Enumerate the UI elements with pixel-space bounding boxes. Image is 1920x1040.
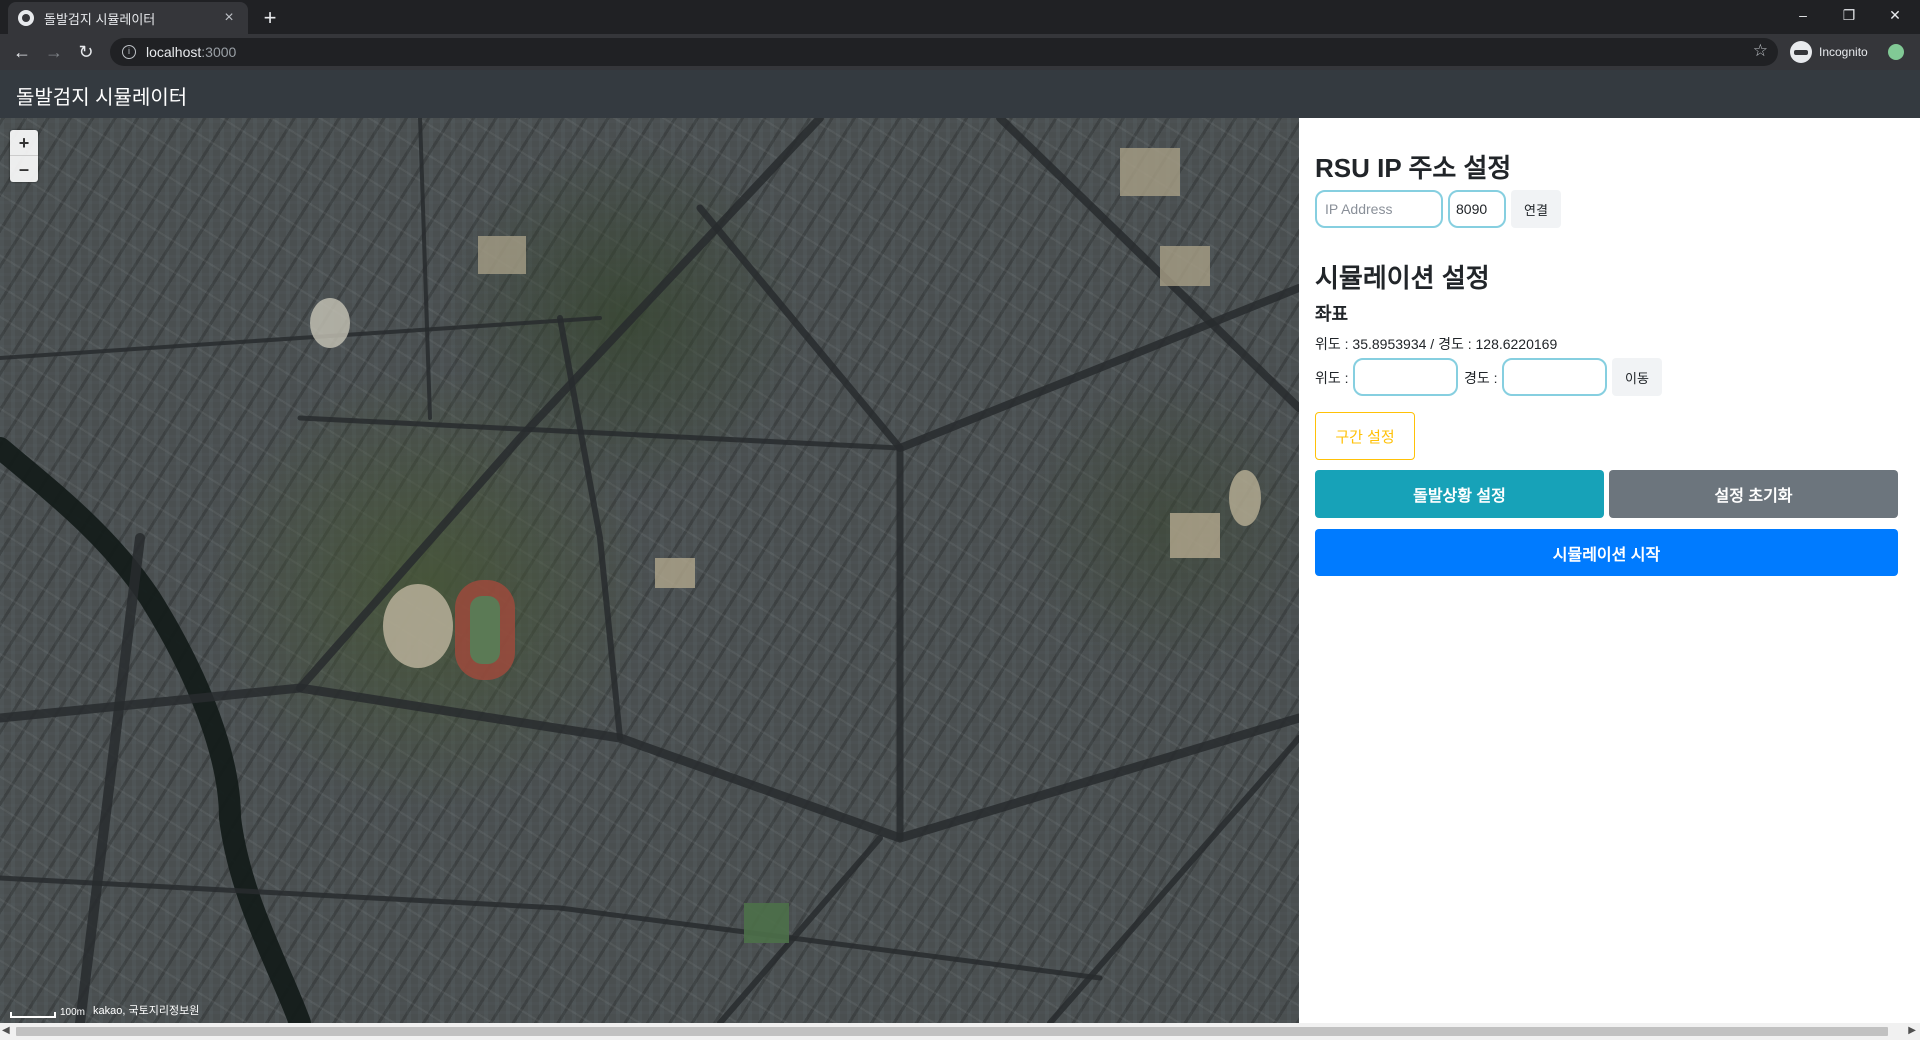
coordinate-readout: 위도 : 35.8953934 / 경도 : 128.6220169 bbox=[1315, 336, 1558, 352]
settings-panel: RSU IP 주소 설정 연결 시뮬레이션 설정 좌표 위도 : 35.8953… bbox=[1299, 118, 1920, 1023]
scrollbar-thumb[interactable] bbox=[16, 1027, 1888, 1036]
incident-setting-button[interactable]: 돌발상황 설정 bbox=[1315, 470, 1604, 518]
map-attribution: kakao, 국토지리정보원 bbox=[93, 1005, 200, 1017]
map-roads-overlay bbox=[0, 118, 1299, 1023]
incognito-label: Incognito bbox=[1819, 45, 1868, 59]
globe-icon bbox=[18, 10, 34, 26]
forward-arrow-icon[interactable]: → bbox=[42, 40, 66, 64]
new-tab-button[interactable]: + bbox=[258, 5, 282, 31]
browser-toolbar: ← → ↻ i localhost :3000 ☆ Incognito bbox=[0, 34, 1920, 70]
browser-tab-strip: 돌발검지 시뮬레이터 × + – ❐ ✕ bbox=[0, 0, 1920, 34]
zoom-control: + – bbox=[10, 130, 38, 182]
tab-close-icon[interactable]: × bbox=[220, 9, 238, 27]
scroll-left-icon[interactable]: ◀ bbox=[2, 1025, 10, 1036]
back-arrow-icon[interactable]: ← bbox=[10, 40, 34, 64]
address-bar[interactable]: i localhost :3000 ☆ bbox=[110, 38, 1778, 66]
minimize-button[interactable]: – bbox=[1780, 0, 1826, 30]
longitude-input[interactable] bbox=[1502, 358, 1607, 396]
reset-settings-button[interactable]: 설정 초기화 bbox=[1609, 470, 1898, 518]
satellite-map[interactable]: + – 100m kakao, 국토지리정보원 bbox=[0, 118, 1299, 1023]
site-info-icon[interactable]: i bbox=[122, 45, 136, 59]
url-port: :3000 bbox=[201, 44, 237, 60]
horizontal-scrollbar[interactable]: ◀ ▶ bbox=[0, 1023, 1920, 1040]
maximize-button[interactable]: ❐ bbox=[1826, 0, 1872, 30]
scroll-right-icon[interactable]: ▶ bbox=[1908, 1025, 1916, 1036]
extension-icon[interactable] bbox=[1888, 44, 1904, 60]
scale-label: 100m bbox=[60, 1007, 86, 1018]
map-scale-bar: 100m kakao, 국토지리정보원 bbox=[10, 1002, 199, 1018]
app-brand[interactable]: 돌발검지 시뮬레이터 bbox=[16, 81, 187, 110]
rsu-heading: RSU IP 주소 설정 bbox=[1315, 153, 1512, 183]
latitude-label: 위도 : bbox=[1315, 370, 1349, 386]
latitude-input[interactable] bbox=[1353, 358, 1458, 396]
longitude-label: 경도 : bbox=[1464, 370, 1498, 386]
tab-title: 돌발검지 시뮬레이터 bbox=[44, 11, 156, 27]
close-window-button[interactable]: ✕ bbox=[1872, 0, 1918, 30]
move-button[interactable]: 이동 bbox=[1612, 358, 1662, 396]
section-setting-button[interactable]: 구간 설정 bbox=[1315, 412, 1415, 460]
incognito-icon bbox=[1790, 41, 1812, 63]
simulation-heading: 시뮬레이션 설정 bbox=[1315, 263, 1490, 293]
app-navbar: 돌발검지 시뮬레이터 bbox=[0, 70, 1920, 118]
coordinate-heading: 좌표 bbox=[1315, 304, 1349, 324]
reload-icon[interactable]: ↻ bbox=[74, 40, 98, 64]
ip-address-input[interactable] bbox=[1315, 190, 1443, 228]
incognito-indicator[interactable]: Incognito bbox=[1790, 40, 1868, 64]
connect-button[interactable]: 연결 bbox=[1511, 190, 1561, 228]
port-input[interactable] bbox=[1448, 190, 1506, 228]
bookmark-star-icon[interactable]: ☆ bbox=[1753, 41, 1768, 61]
zoom-in-button[interactable]: + bbox=[10, 130, 38, 156]
start-simulation-button[interactable]: 시뮬레이션 시작 bbox=[1315, 529, 1898, 576]
url-host: localhost bbox=[146, 44, 202, 60]
zoom-out-button[interactable]: – bbox=[10, 156, 38, 182]
scale-line bbox=[10, 1012, 56, 1018]
browser-tab[interactable]: 돌발검지 시뮬레이터 × bbox=[8, 2, 248, 34]
